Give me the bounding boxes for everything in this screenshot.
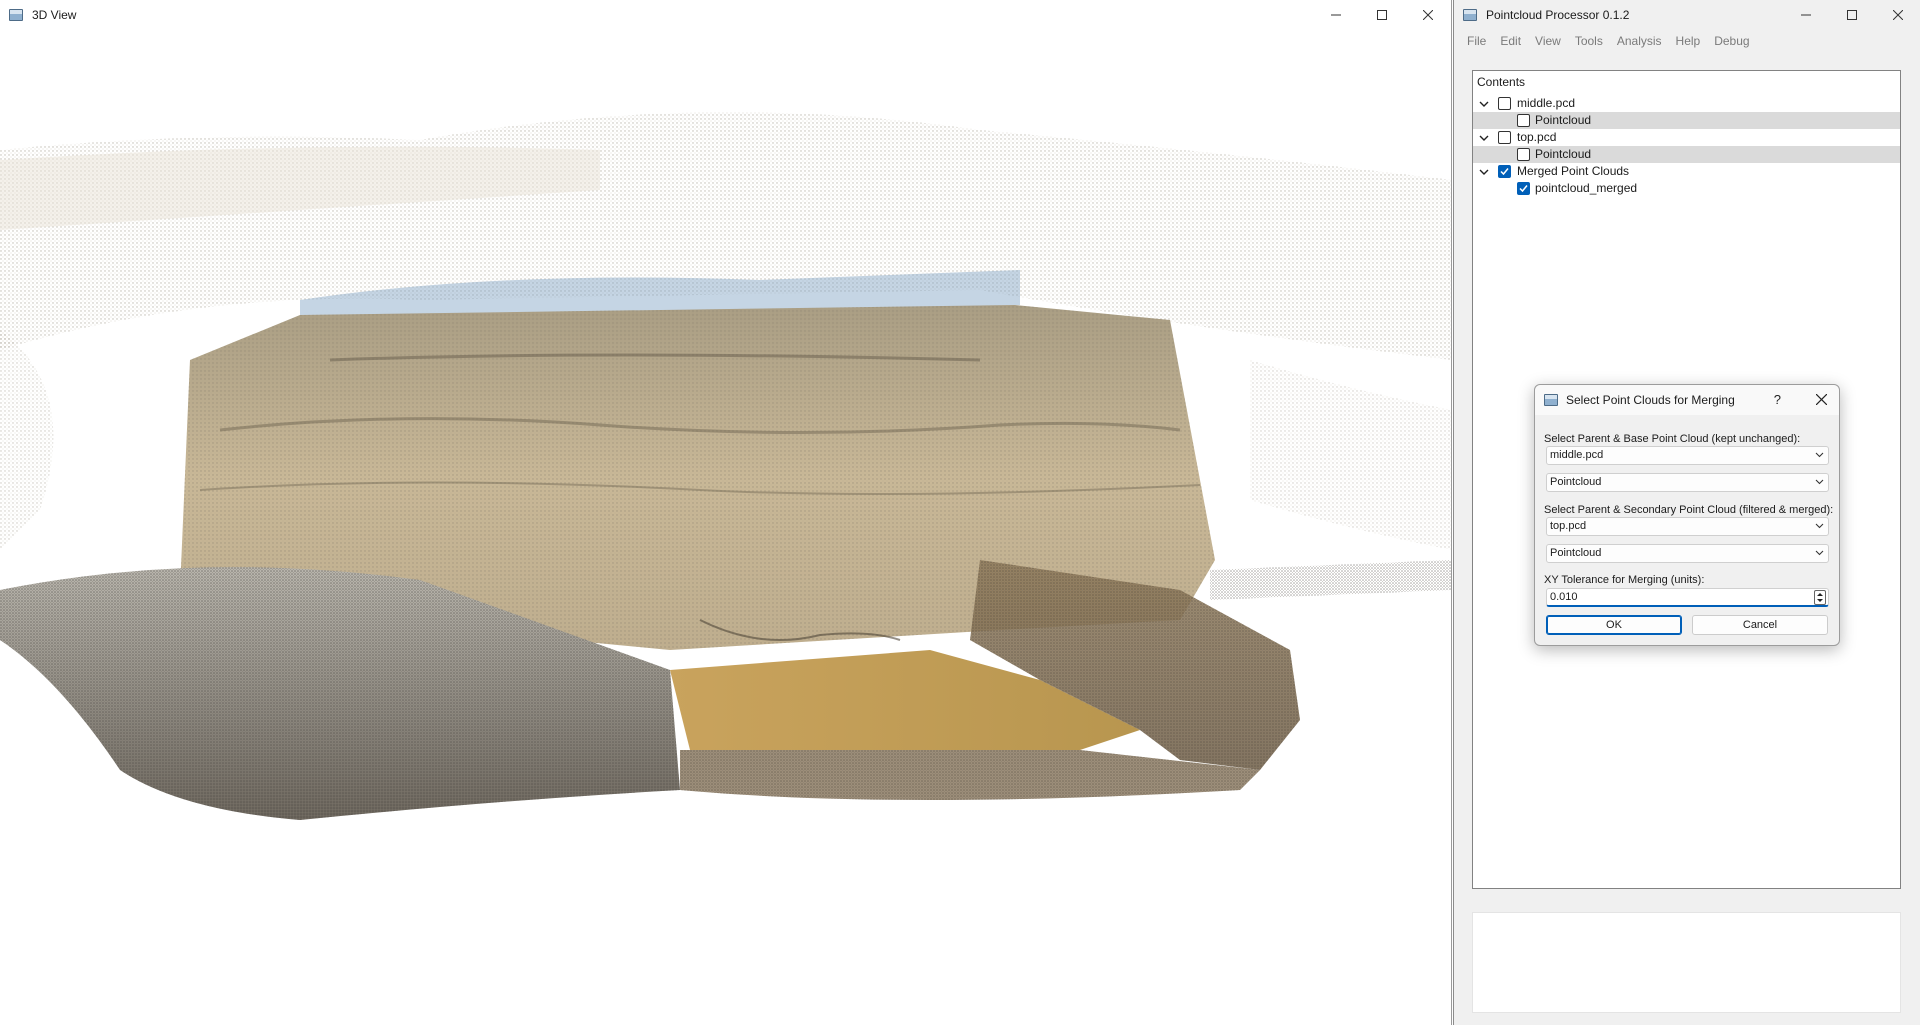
menu-bar: File Edit View Tools Analysis Help Debug xyxy=(1454,30,1920,52)
tolerance-spinbox[interactable]: 0.010 xyxy=(1546,588,1829,607)
chevron-down-icon[interactable] xyxy=(1479,133,1489,143)
tree-header: Contents xyxy=(1477,75,1526,89)
point-cloud-canvas[interactable] xyxy=(0,30,1452,1025)
app-icon xyxy=(9,9,23,21)
checkbox-middle-pointcloud[interactable] xyxy=(1517,114,1530,127)
secondary-parent-value: top.pcd xyxy=(1550,520,1587,532)
tree-item-top-pcd[interactable]: top.pcd xyxy=(1473,129,1900,146)
base-child-value: Pointcloud xyxy=(1550,476,1602,488)
tree-label: Pointcloud xyxy=(1535,147,1592,161)
tolerance-value: 0.010 xyxy=(1550,591,1578,603)
checkbox-merged-point-clouds[interactable] xyxy=(1498,165,1511,178)
minimize-icon[interactable] xyxy=(1313,0,1359,30)
chevron-down-icon[interactable] xyxy=(1479,99,1489,109)
dropdown-arrow-icon xyxy=(1815,523,1824,529)
menu-debug[interactable]: Debug xyxy=(1707,34,1756,48)
tree-label: top.pcd xyxy=(1517,130,1557,144)
checkbox-top-pointcloud[interactable] xyxy=(1517,148,1530,161)
base-label: Select Parent & Base Point Cloud (kept u… xyxy=(1544,433,1801,445)
menu-tools[interactable]: Tools xyxy=(1568,34,1610,48)
tree-item-pointcloud-merged[interactable]: pointcloud_merged xyxy=(1473,180,1900,197)
dropdown-arrow-icon xyxy=(1815,550,1824,556)
close-icon[interactable] xyxy=(1405,0,1451,30)
merge-dialog: Select Point Clouds for Merging ? Select… xyxy=(1534,384,1840,646)
menu-view[interactable]: View xyxy=(1528,34,1568,48)
ok-button[interactable]: OK xyxy=(1546,615,1682,635)
tree-label: Pointcloud xyxy=(1535,113,1592,127)
close-icon[interactable] xyxy=(1875,0,1920,30)
chevron-down-icon[interactable] xyxy=(1479,167,1489,177)
tree-item-middle-pcd[interactable]: middle.pcd xyxy=(1473,95,1900,112)
base-child-combo[interactable]: Pointcloud xyxy=(1546,473,1829,492)
menu-analysis[interactable]: Analysis xyxy=(1610,34,1669,48)
app-icon xyxy=(1544,394,1558,406)
3d-view-window: 3D View xyxy=(0,0,1452,1025)
dialog-title: Select Point Clouds for Merging xyxy=(1566,393,1735,407)
tree-label: pointcloud_merged xyxy=(1535,181,1638,195)
dropdown-arrow-icon xyxy=(1815,452,1824,458)
menu-file[interactable]: File xyxy=(1460,34,1493,48)
3d-view-title: 3D View xyxy=(32,8,77,22)
secondary-label: Select Parent & Secondary Point Cloud (f… xyxy=(1544,504,1834,516)
help-icon[interactable]: ? xyxy=(1774,392,1781,407)
tree-item-merged-point-clouds[interactable]: Merged Point Clouds xyxy=(1473,163,1900,180)
tree-label: Merged Point Clouds xyxy=(1517,164,1630,178)
secondary-child-value: Pointcloud xyxy=(1550,547,1602,559)
tolerance-label: XY Tolerance for Merging (units): xyxy=(1544,574,1705,586)
maximize-icon[interactable] xyxy=(1829,0,1875,30)
maximize-icon[interactable] xyxy=(1359,0,1405,30)
cancel-button[interactable]: Cancel xyxy=(1692,615,1828,635)
minimize-icon[interactable] xyxy=(1783,0,1829,30)
checkbox-top-pcd[interactable] xyxy=(1498,131,1511,144)
close-icon[interactable] xyxy=(1815,393,1828,408)
tree-item-middle-pointcloud[interactable]: Pointcloud xyxy=(1473,112,1900,129)
checkmark-icon xyxy=(1519,185,1528,193)
main-titlebar[interactable]: Pointcloud Processor 0.1.2 xyxy=(1454,0,1920,30)
tree-item-top-pointcloud[interactable]: Pointcloud xyxy=(1473,146,1900,163)
3d-view-titlebar[interactable]: 3D View xyxy=(0,0,1451,30)
secondary-child-combo[interactable]: Pointcloud xyxy=(1546,544,1829,563)
checkbox-pointcloud-merged[interactable] xyxy=(1517,182,1530,195)
dropdown-arrow-icon xyxy=(1815,479,1824,485)
menu-edit[interactable]: Edit xyxy=(1493,34,1528,48)
app-icon xyxy=(1463,9,1477,21)
secondary-parent-combo[interactable]: top.pcd xyxy=(1546,517,1829,536)
base-parent-value: middle.pcd xyxy=(1550,449,1604,461)
checkbox-middle-pcd[interactable] xyxy=(1498,97,1511,110)
menu-help[interactable]: Help xyxy=(1669,34,1708,48)
log-pane[interactable] xyxy=(1472,912,1901,1013)
tree-label: middle.pcd xyxy=(1517,96,1576,110)
main-title: Pointcloud Processor 0.1.2 xyxy=(1486,8,1630,22)
base-parent-combo[interactable]: middle.pcd xyxy=(1546,446,1829,465)
checkmark-icon xyxy=(1500,168,1509,176)
spin-arrows-icon[interactable] xyxy=(1814,590,1826,605)
dialog-titlebar[interactable]: Select Point Clouds for Merging ? xyxy=(1535,385,1839,415)
